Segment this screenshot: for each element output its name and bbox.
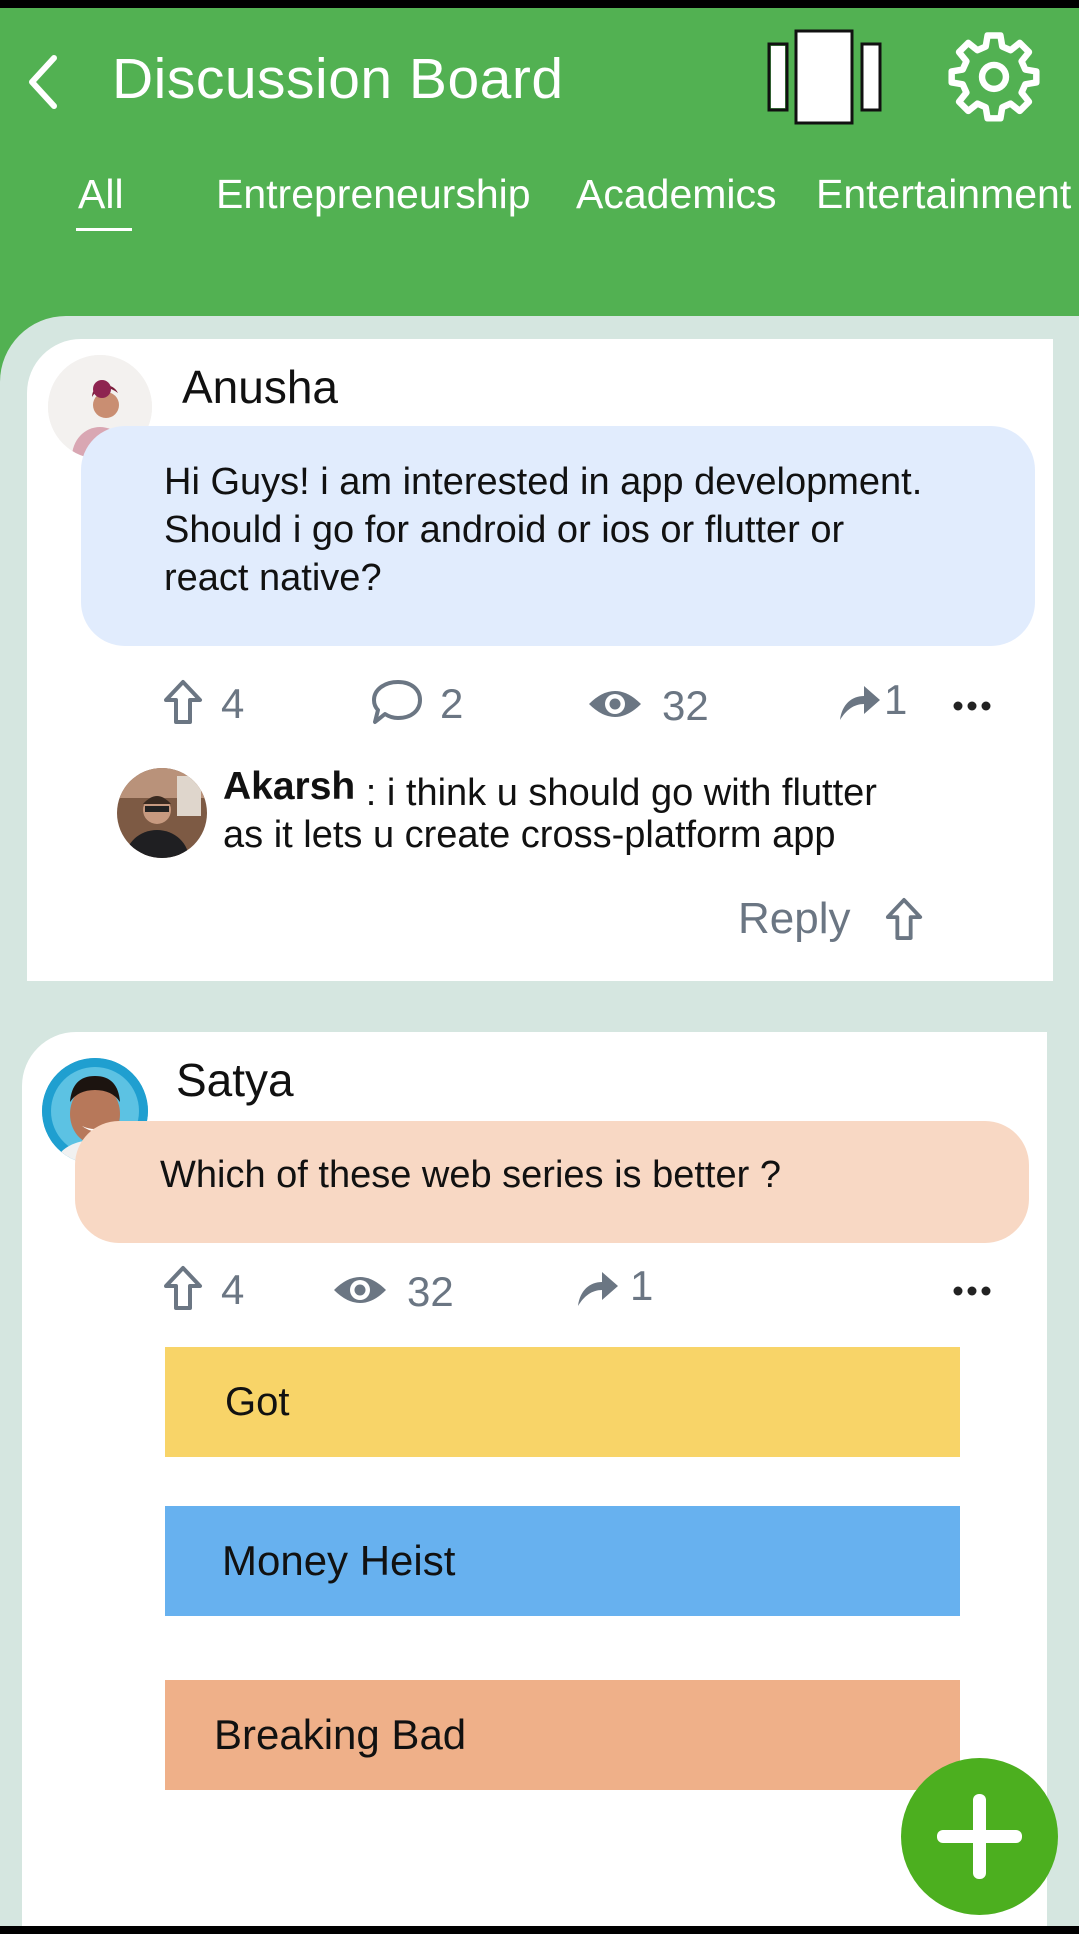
add-post-button[interactable] — [901, 1758, 1058, 1915]
poll-option-label: Money Heist — [222, 1537, 456, 1584]
upvote-count: 4 — [221, 1266, 245, 1313]
post-text-line: Should i go for android or ios or flutte… — [164, 509, 845, 551]
layout-cards-icon[interactable] — [766, 26, 886, 126]
share-count: 1 — [630, 1262, 654, 1309]
more-dots-icon[interactable] — [950, 700, 994, 712]
app-screen: Discussion Board All Entrepreneurship Ac… — [0, 8, 1079, 1926]
post-author[interactable]: Anusha — [182, 360, 338, 414]
tab-entertainment[interactable]: Entertainment — [816, 171, 1071, 218]
eye-icon — [334, 1277, 386, 1303]
reply-text-line: as it lets u create cross-platform app — [223, 814, 836, 856]
upvote-arrow-icon[interactable] — [162, 1264, 204, 1312]
poll-option-money-heist[interactable]: Money Heist — [165, 1506, 960, 1616]
share-arrow-icon[interactable] — [574, 1268, 620, 1308]
reply-upvote-icon[interactable] — [884, 896, 924, 942]
reply-button[interactable]: Reply — [738, 894, 851, 944]
back-arrow-icon[interactable] — [26, 52, 66, 112]
reply-comment: Akarsh : i think u should go with flutte… — [223, 763, 1003, 859]
comment-bubble-icon[interactable] — [370, 678, 424, 726]
reply-text: : i think u should go with flutter — [365, 772, 877, 814]
share-arrow-icon[interactable] — [836, 682, 882, 722]
post-message-text: Which of these web series is better ? — [160, 1154, 781, 1196]
active-tab-indicator — [76, 228, 132, 231]
tab-entrepreneurship[interactable]: Entrepreneurship — [216, 171, 531, 218]
poll-option-label: Breaking Bad — [214, 1711, 467, 1758]
poll-option-label: Got — [225, 1380, 290, 1424]
reply-author[interactable]: Akarsh — [223, 765, 355, 808]
page-title: Discussion Board — [112, 47, 564, 111]
plus-icon — [937, 1794, 1022, 1879]
view-count: 32 — [662, 682, 709, 729]
tab-academics[interactable]: Academics — [576, 171, 777, 218]
upvote-arrow-icon[interactable] — [162, 678, 204, 726]
poll-option-got[interactable]: Got — [165, 1347, 960, 1457]
upvote-count: 4 — [221, 680, 245, 727]
post-text-line: react native? — [164, 557, 382, 599]
eye-icon — [589, 691, 641, 717]
post-text-line: Hi Guys! i am interested in app developm… — [164, 461, 923, 503]
avatar-akarsh[interactable] — [117, 768, 207, 858]
tab-all[interactable]: All — [78, 171, 124, 218]
more-dots-icon[interactable] — [950, 1285, 994, 1297]
post-author[interactable]: Satya — [176, 1053, 294, 1107]
post-message-text: Hi Guys! i am interested in app developm… — [164, 458, 922, 602]
poll-option-breaking-bad[interactable]: Breaking Bad — [165, 1680, 960, 1790]
share-count: 1 — [884, 676, 908, 723]
view-count: 32 — [407, 1268, 454, 1315]
comment-count: 2 — [440, 680, 464, 727]
gear-icon[interactable] — [948, 30, 1040, 122]
